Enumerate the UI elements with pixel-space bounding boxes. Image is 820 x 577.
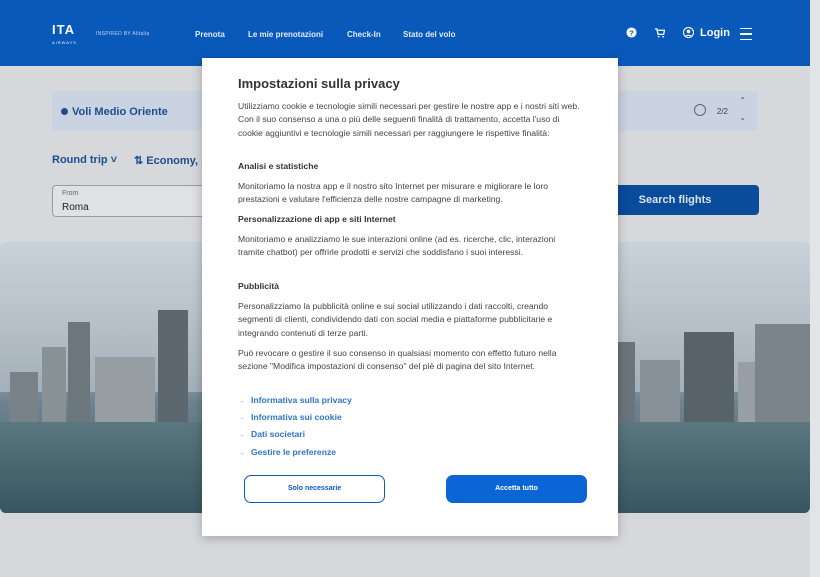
company-data-label: Dati societari [251, 429, 305, 439]
privacy-settings-dialog: Impostazioni sulla privacy Utilizziamo c… [202, 58, 618, 536]
accept-all-button[interactable]: Accetta tutto [446, 475, 587, 503]
manage-preferences-label: Gestire le preferenze [251, 447, 337, 457]
intro-text: Utilizziamo cookie e tecnologie simili n… [238, 101, 580, 138]
privacy-policy-link[interactable]: → Informativa sulla privacy [238, 395, 352, 405]
section-text-analytics: Monitoriamo la nostra app e il nostro si… [238, 181, 548, 205]
section-text-advertising: Personalizziamo la pubblicità online e s… [238, 301, 553, 338]
manage-preferences-link[interactable]: → Gestire le preferenze [238, 447, 336, 457]
section-text-personalization: Monitoriamo e analizziamo le sue interaz… [238, 234, 556, 258]
revoke-consent-text: Può revocare o gestire il suo consenso i… [238, 348, 557, 372]
only-necessary-button[interactable]: Solo necessarie [244, 475, 385, 503]
dialog-title: Impostazioni sulla privacy [238, 76, 400, 91]
cookie-policy-label: Informativa sui cookie [251, 412, 342, 422]
company-data-link[interactable]: → Dati societari [238, 429, 305, 439]
section-heading-advertising: Pubblicità [238, 281, 280, 291]
arrow-right-icon: → [238, 432, 245, 439]
arrow-right-icon: → [238, 415, 245, 422]
section-heading-analytics: Analisi e statistiche [238, 161, 319, 171]
arrow-right-icon: → [238, 398, 245, 405]
section-heading-personalization: Personalizzazione di app e siti Internet [238, 214, 396, 224]
privacy-policy-label: Informativa sulla privacy [251, 395, 352, 405]
arrow-right-icon: → [238, 450, 245, 457]
cookie-policy-link[interactable]: → Informativa sui cookie [238, 412, 342, 422]
